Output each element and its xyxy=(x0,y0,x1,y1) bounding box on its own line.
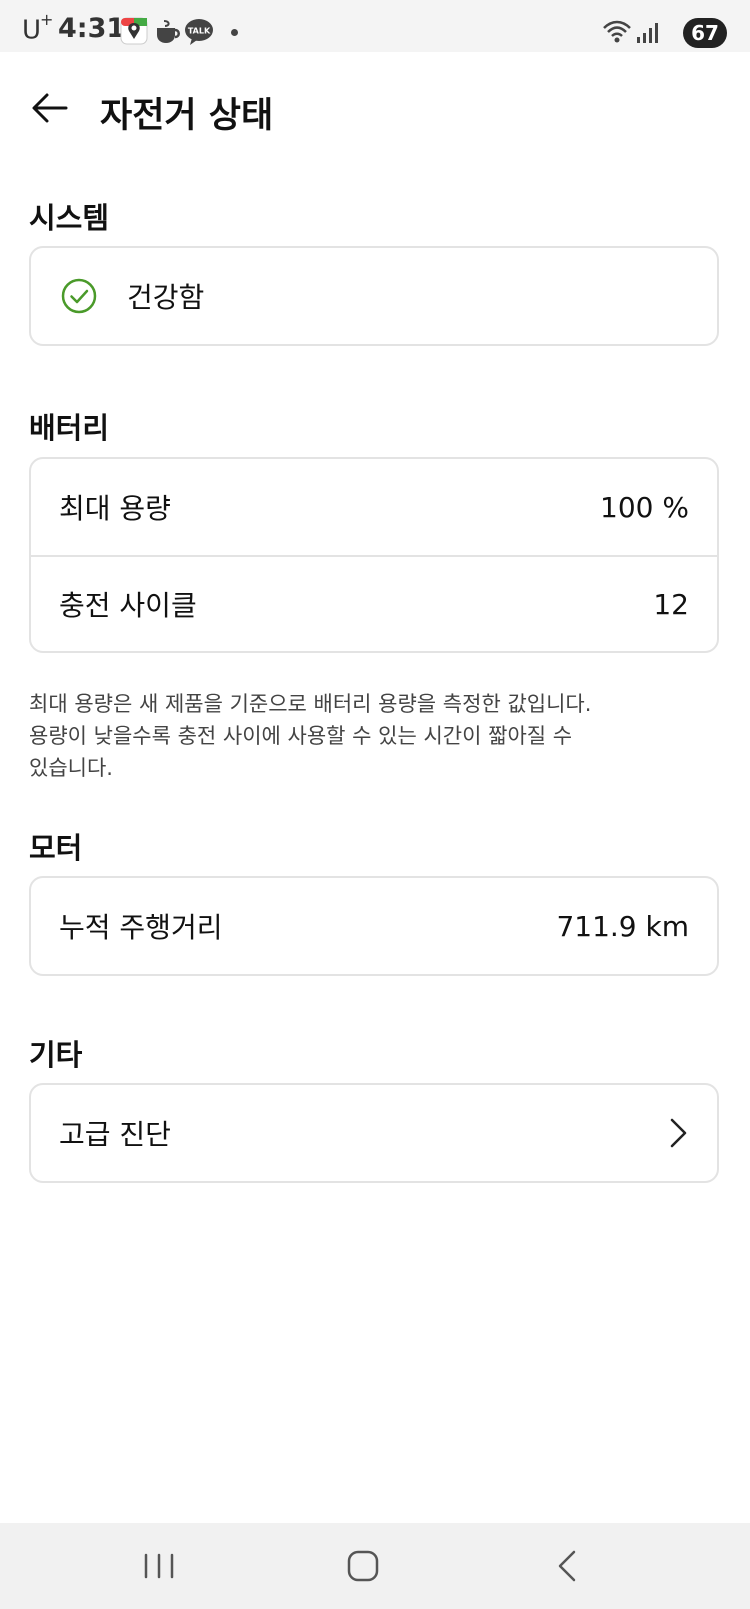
status-bar: U+ 4:31 TALK 67 xyxy=(0,0,750,52)
battery-indicator: 67 xyxy=(683,18,727,48)
system-status-card: 건강함 xyxy=(29,246,719,346)
section-title-battery: 배터리 xyxy=(29,411,110,445)
charge-cycles-label: 충전 사이클 xyxy=(59,589,197,622)
system-status-label: 건강함 xyxy=(127,281,205,314)
check-circle-icon xyxy=(61,278,97,314)
max-capacity-value: 100 % xyxy=(600,490,689,524)
svg-text:TALK: TALK xyxy=(188,27,211,36)
max-capacity-label: 최대 용량 xyxy=(59,492,171,525)
section-title-motor: 모터 xyxy=(29,831,83,865)
maps-icon xyxy=(120,17,148,49)
battery-card: 최대 용량 100 % 충전 사이클 12 xyxy=(29,457,719,653)
battery-charge-cycles-row: 충전 사이클 12 xyxy=(31,555,717,651)
advanced-diagnostics-row[interactable]: 고급 진단 xyxy=(31,1085,717,1181)
more-notifications-dot xyxy=(231,29,238,36)
advanced-diagnostics-label: 고급 진단 xyxy=(59,1118,171,1151)
battery-note-line: 용량이 낮을수록 충전 사이에 사용할 수 있는 시간이 짧아질 수 xyxy=(29,724,573,748)
page-title: 자전거 상태 xyxy=(100,96,274,136)
carrier-label: U+ xyxy=(22,10,53,46)
status-time: 4:31 xyxy=(58,13,126,44)
signal-icon xyxy=(636,22,660,48)
kakaotalk-icon: TALK xyxy=(184,18,214,50)
charge-cycles-value: 12 xyxy=(653,587,689,621)
motor-card: 누적 주행거리 711.9 km xyxy=(29,876,719,976)
chevron-right-icon xyxy=(667,1117,689,1149)
app-header: 자전거 상태 xyxy=(0,52,750,168)
system-status-row: 건강함 xyxy=(31,248,717,344)
wifi-icon xyxy=(602,20,632,48)
recent-apps-icon[interactable] xyxy=(135,1545,183,1587)
section-title-system: 시스템 xyxy=(29,201,110,235)
home-icon[interactable] xyxy=(339,1545,387,1587)
battery-note-line: 최대 용량은 새 제품을 기준으로 배터리 용량을 측정한 값입니다. xyxy=(29,692,592,716)
etc-card: 고급 진단 xyxy=(29,1083,719,1183)
battery-note: 최대 용량은 새 제품을 기준으로 배터리 용량을 측정한 값입니다. 용량이 … xyxy=(29,688,719,784)
odometer-value: 711.9 km xyxy=(556,909,689,943)
odometer-label: 누적 주행거리 xyxy=(59,911,223,944)
battery-max-capacity-row: 최대 용량 100 % xyxy=(31,459,717,555)
motor-odometer-row: 누적 주행거리 711.9 km xyxy=(31,878,717,974)
system-nav-bar xyxy=(0,1523,750,1609)
nav-back-icon[interactable] xyxy=(544,1545,592,1587)
section-title-etc: 기타 xyxy=(29,1038,83,1072)
battery-note-line: 있습니다. xyxy=(29,756,113,780)
coffee-icon xyxy=(154,19,182,49)
back-arrow-icon[interactable] xyxy=(30,88,70,128)
